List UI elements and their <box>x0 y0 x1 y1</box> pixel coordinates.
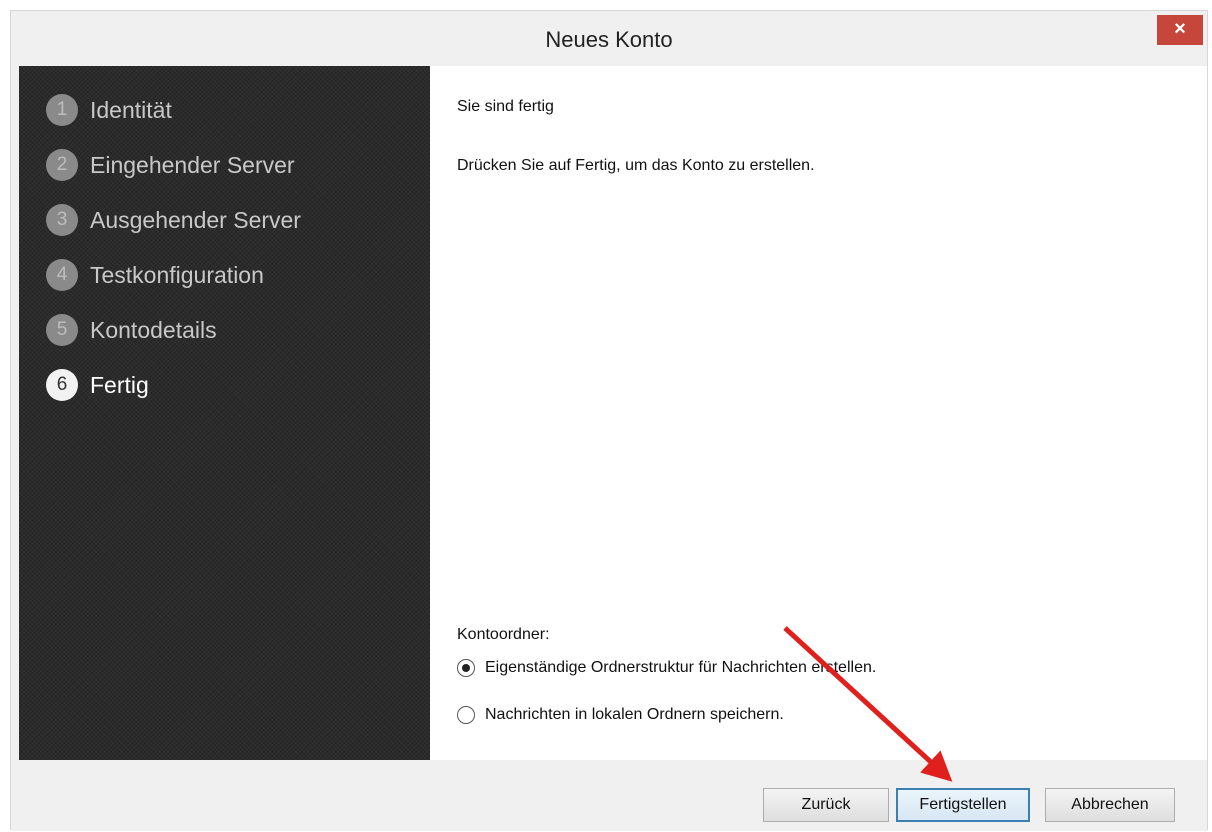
new-account-dialog: Neues Konto × 1 Identität 2 Eingehender … <box>10 10 1208 831</box>
step-label: Kontodetails <box>90 316 217 343</box>
step-number-badge: 3 <box>46 204 78 236</box>
account-folder-label: Kontoordner: <box>457 626 550 643</box>
step-identity: 1 Identität <box>46 93 172 127</box>
step-label: Eingehender Server <box>90 151 295 178</box>
step-label: Testkonfiguration <box>90 261 264 288</box>
step-finished: 6 Fertig <box>46 368 149 402</box>
step-test-configuration: 4 Testkonfiguration <box>46 258 264 292</box>
step-number-badge: 2 <box>46 149 78 181</box>
step-label: Fertig <box>90 371 149 398</box>
wizard-steps-sidebar: 1 Identität 2 Eingehender Server 3 Ausge… <box>19 66 430 760</box>
step-incoming-server: 2 Eingehender Server <box>46 148 295 182</box>
title-bar: Neues Konto × <box>11 11 1207 66</box>
cancel-button[interactable]: Abbrechen <box>1045 788 1175 822</box>
radio-option-own-folder-structure[interactable]: Eigenständige Ordnerstruktur für Nachric… <box>457 656 876 680</box>
radio-button-unchecked[interactable] <box>457 706 475 724</box>
back-button[interactable]: Zurück <box>763 788 889 822</box>
step-outgoing-server: 3 Ausgehender Server <box>46 203 301 237</box>
step-number-badge: 4 <box>46 259 78 291</box>
dialog-footer: Zurück Fertigstellen Abbrechen <box>11 760 1207 831</box>
close-button[interactable]: × <box>1157 15 1203 45</box>
page-description: Drücken Sie auf Fertig, um das Konto zu … <box>457 157 815 174</box>
step-label: Ausgehender Server <box>90 206 301 233</box>
step-number-badge: 5 <box>46 314 78 346</box>
radio-option-label: Nachrichten in lokalen Ordnern speichern… <box>485 706 784 723</box>
dialog-title: Neues Konto <box>545 27 673 52</box>
step-number-badge: 1 <box>46 94 78 126</box>
step-account-details: 5 Kontodetails <box>46 313 217 347</box>
step-label: Identität <box>90 96 172 123</box>
radio-button-checked[interactable] <box>457 659 475 677</box>
wizard-content-panel: Sie sind fertig Drücken Sie auf Fertig, … <box>430 66 1207 760</box>
radio-option-label: Eigenständige Ordnerstruktur für Nachric… <box>485 659 877 676</box>
finish-button[interactable]: Fertigstellen <box>896 788 1030 822</box>
close-icon: × <box>1174 18 1186 40</box>
radio-option-local-folders[interactable]: Nachrichten in lokalen Ordnern speichern… <box>457 703 784 727</box>
step-number-badge: 6 <box>46 369 78 401</box>
page-heading: Sie sind fertig <box>457 98 554 115</box>
